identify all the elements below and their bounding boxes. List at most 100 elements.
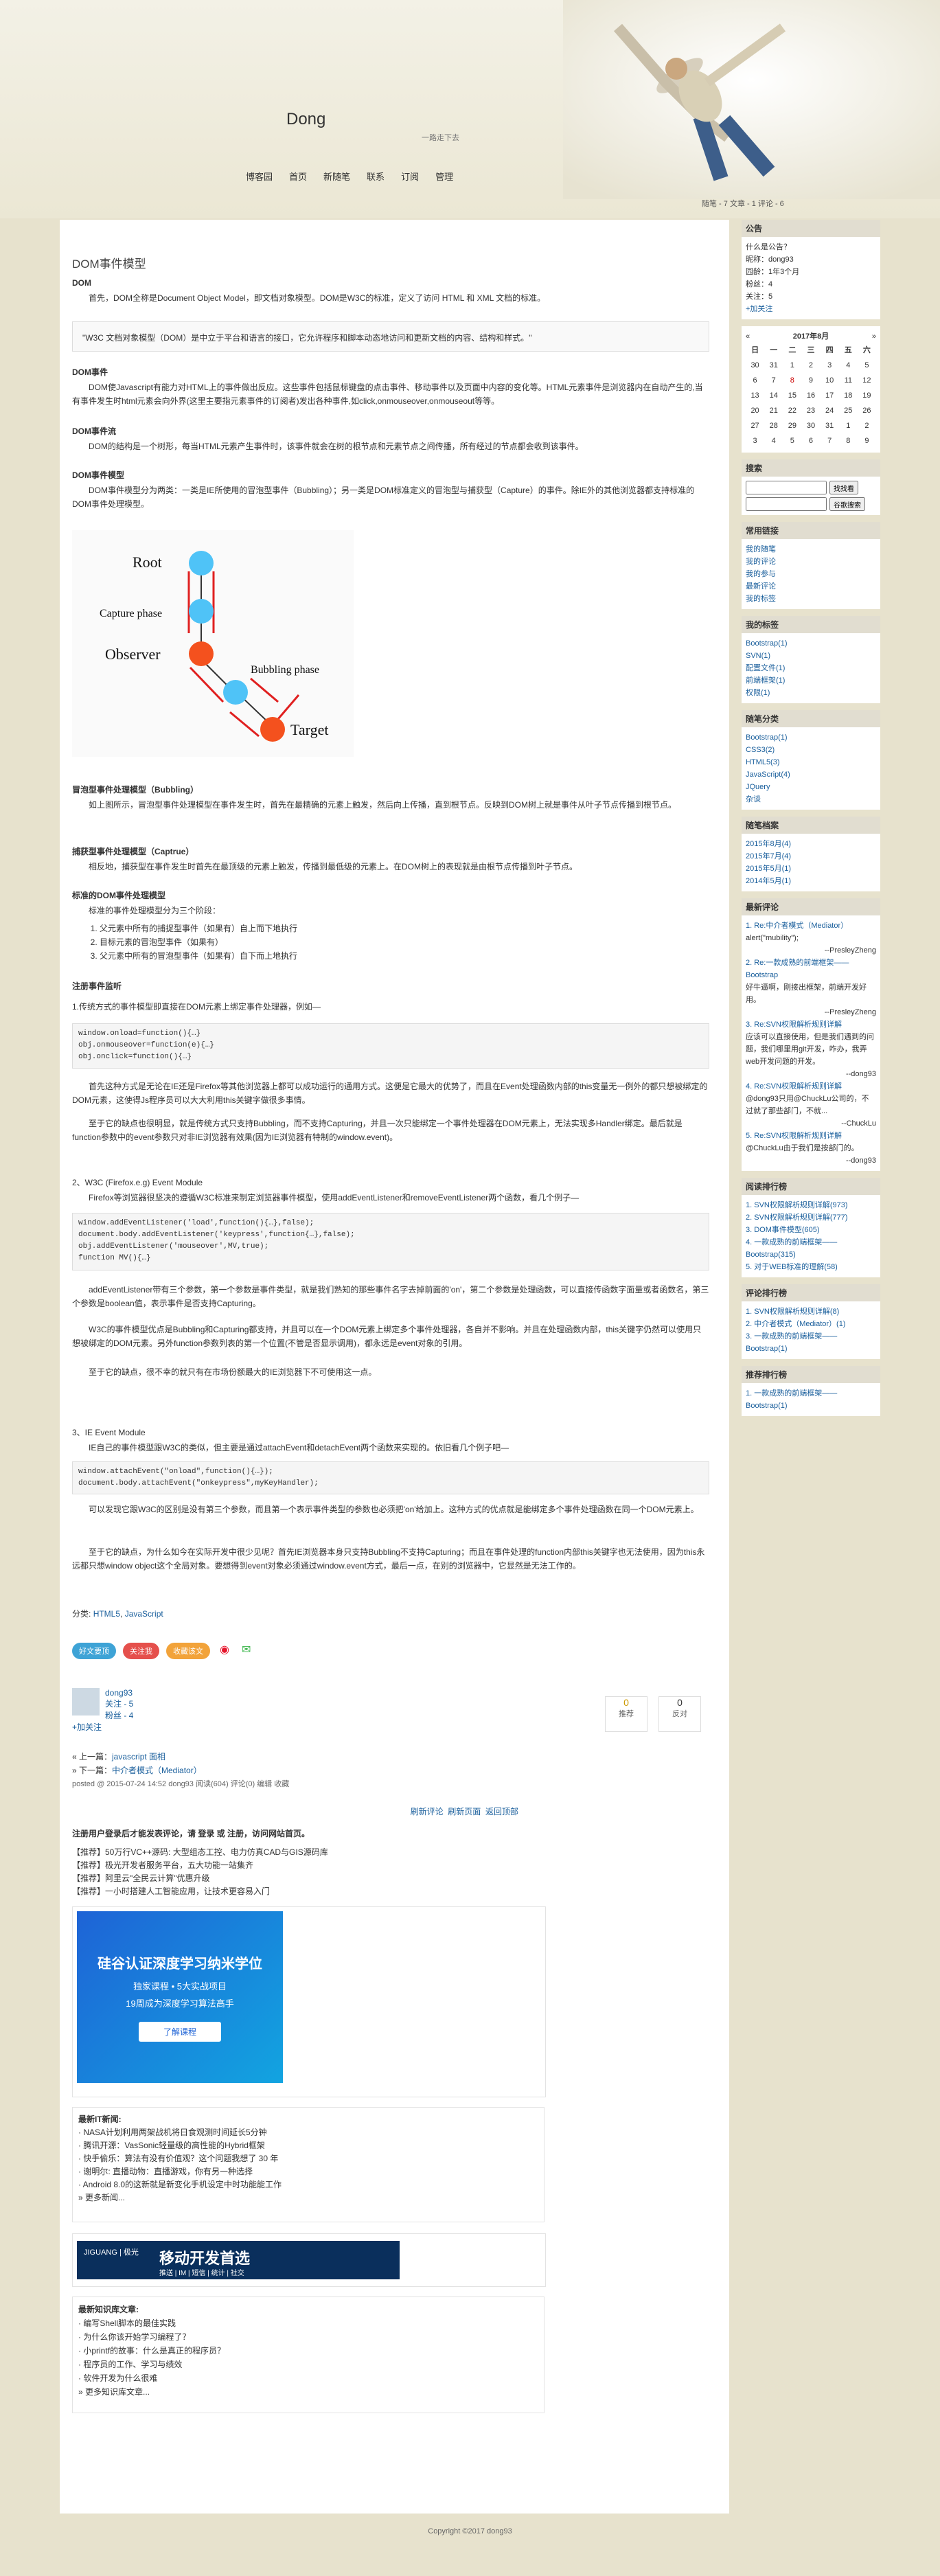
ad-course-button[interactable]: 了解课程 — [139, 2022, 221, 2042]
news-item[interactable]: · 谢明尔: 直播动物：直播游戏，你有另一种选择 — [78, 2165, 538, 2178]
more-kb-link[interactable]: » 更多知识库文章... — [78, 2385, 538, 2399]
read-rank-link[interactable]: 1. SVN权限解析规则详解(973) — [746, 1201, 848, 1209]
sidebar-link[interactable]: 我的参与 — [746, 570, 776, 578]
diagram-capture-label: Capture phase — [100, 608, 162, 619]
tag-link[interactable]: SVN(1) — [746, 652, 770, 660]
tag-link[interactable]: 权限(1) — [746, 689, 770, 697]
author-follow-count[interactable]: 关注 - 5 — [105, 1699, 133, 1709]
recommend-item[interactable]: 【推荐】一小时搭建人工智能应用，让技术更容易入门 — [72, 1885, 709, 1898]
archive-link[interactable]: 2015年8月(4) — [746, 840, 791, 848]
news-item[interactable]: · 腾讯开源：VasSonic轻量级的高性能的Hybrid框架 — [78, 2139, 538, 2152]
add-follow-link[interactable]: +加关注 — [72, 1722, 102, 1732]
recommend-item[interactable]: 【推荐】极光开发者服务平台，五大功能一站集齐 — [72, 1859, 709, 1872]
sidebar-link[interactable]: 我的评论 — [746, 558, 776, 566]
sidebar-link[interactable]: 我的随笔 — [746, 545, 776, 554]
recommend-item[interactable]: 【推荐】50万行VC++源码: 大型组态工控、电力仿真CAD与GIS源码库 — [72, 1846, 709, 1859]
top-rank-link[interactable]: 1. 一款成熟的前端框架——Bootstrap(1) — [746, 1389, 837, 1410]
archive-link[interactable]: 2015年7月(4) — [746, 852, 791, 860]
category-link[interactable]: 杂谈 — [746, 795, 761, 803]
category-link[interactable]: JQuery — [746, 783, 770, 791]
paragraph-w3c: Firefox等浏览器很坚决的遵循W3C标准来制定浏览器事件模型，使用addEv… — [89, 1193, 580, 1202]
avatar[interactable] — [72, 1688, 100, 1716]
nav-admin[interactable]: 管理 — [435, 170, 453, 183]
search-button[interactable]: 找找看 — [829, 481, 858, 494]
search-input[interactable] — [746, 481, 827, 494]
categories-title: 随笔分类 — [742, 710, 880, 727]
read-rank-link[interactable]: 2. SVN权限解析规则详解(777) — [746, 1213, 848, 1222]
wechat-icon[interactable]: ✉ — [238, 1643, 254, 1659]
kb-item[interactable]: · 为什么你该开始学习编程了？ — [78, 2330, 538, 2344]
tag-link[interactable]: 前端框架(1) — [746, 676, 785, 685]
calendar-day: 10 — [825, 376, 834, 385]
kb-title: 最新知识库文章: — [78, 2305, 139, 2314]
category-link[interactable]: JavaScript(4) — [746, 771, 790, 779]
comment-link[interactable]: 1. Re:中介者模式（Mediator） — [746, 922, 848, 930]
calendar-day: 9 — [864, 437, 869, 445]
udacity-ad-banner[interactable]: 硅谷认证深度学习纳米学位 独家课程 • 5大实战项目 19周成为深度学习算法高手… — [77, 1911, 283, 2083]
notice-line: 粉丝：4 — [746, 280, 773, 288]
comment-rank-link[interactable]: 3. 一款成熟的前端框架——Bootstrap(1) — [746, 1332, 837, 1353]
list-item: 目标元素的冒泡型事件（如果有） — [100, 935, 737, 949]
kb-item[interactable]: · 程序员的工作、学习与绩效 — [78, 2358, 538, 2371]
downvote-box[interactable]: 0 反对 — [658, 1696, 701, 1732]
category-link[interactable]: CSS3(2) — [746, 746, 775, 754]
category-javascript[interactable]: JavaScript — [125, 1609, 163, 1619]
prev-post-link[interactable]: javascript 面相 — [112, 1752, 165, 1762]
archive-link[interactable]: 2014年5月(1) — [746, 877, 791, 885]
code-line: obj.onmouseover=function(e){…} — [78, 1041, 215, 1049]
sidebar-link[interactable]: 我的标签 — [746, 595, 776, 603]
sidebar-follow-link[interactable]: +加关注 — [746, 305, 772, 313]
kb-item[interactable]: · 编写Shell脚本的最佳实践 — [78, 2316, 538, 2330]
standard-model-list: 父元素中所有的捕捉型事件（如果有）自上而下地执行 目标元素的冒泡型事件（如果有）… — [72, 922, 737, 963]
recommend-button[interactable]: 好文要顶 — [72, 1643, 116, 1659]
refresh-comments-link[interactable]: 刷新评论 — [411, 1807, 444, 1816]
news-item[interactable]: · 快手偷乐：算法有没有价值观？这个问题我想了 30 年 — [78, 2152, 538, 2165]
nav-cnblogs[interactable]: 博客园 — [246, 170, 273, 183]
next-post-link[interactable]: 中介者模式（Mediator） — [112, 1766, 202, 1775]
nav-subscribe[interactable]: 订阅 — [401, 170, 419, 183]
weibo-icon[interactable]: ◉ — [217, 1643, 232, 1659]
read-rank-link[interactable]: 4. 一款成熟的前端框架——Bootstrap(315) — [746, 1238, 837, 1259]
recommend-item[interactable]: 【推荐】阿里云"全民云计算"优惠升级 — [72, 1872, 709, 1885]
comment-link[interactable]: 2. Re:一款成熟的前端框架——Bootstrap — [746, 959, 849, 979]
sidebar-link[interactable]: 最新评论 — [746, 582, 776, 591]
archive-link[interactable]: 2015年5月(1) — [746, 865, 791, 873]
comment-rank-link[interactable]: 2. 中介者模式（Mediator）(1) — [746, 1320, 845, 1328]
google-search-input[interactable] — [746, 497, 827, 511]
kb-item[interactable]: · 软件开发为什么很难 — [78, 2371, 538, 2385]
author-fans-count[interactable]: 粉丝 - 4 — [105, 1711, 133, 1720]
read-rank-link[interactable]: 5. 对于WEB标准的理解(58) — [746, 1263, 838, 1271]
kb-item[interactable]: · 小printf的故事：什么是真正的程序员？ — [78, 2344, 538, 2358]
comment-link[interactable]: 4. Re:SVN权限解析规则详解 — [746, 1082, 842, 1091]
tag-link[interactable]: 配置文件(1) — [746, 664, 785, 672]
favorite-button[interactable]: 收藏该文 — [166, 1643, 210, 1659]
jiguang-ad-banner[interactable]: JIGUANG | 极光 移动开发首选 推送 | IM | 短信 | 统计 | … — [77, 2241, 400, 2279]
nav-contact[interactable]: 联系 — [367, 170, 385, 183]
more-news-link[interactable]: » 更多新闻... — [78, 2191, 538, 2204]
post-title[interactable]: DOM事件模型 — [72, 254, 146, 271]
category-link[interactable]: Bootstrap(1) — [746, 733, 788, 742]
blog-title[interactable]: Dong — [286, 110, 325, 129]
upvote-box[interactable]: 0 推荐 — [605, 1696, 647, 1732]
back-to-top-link[interactable]: 返回顶部 — [485, 1807, 518, 1816]
blog-header: Dong 一路走下去 博客园 首页 新随笔 联系 订阅 管理 随笔 - 7 文章… — [0, 0, 940, 218]
calendar-next-icon[interactable]: » — [872, 330, 876, 343]
calendar-prev-icon[interactable]: « — [746, 330, 750, 343]
read-rank-link[interactable]: 3. DOM事件模型(605) — [746, 1226, 820, 1234]
category-html5[interactable]: HTML5 — [93, 1609, 120, 1619]
nav-new-post[interactable]: 新随笔 — [323, 170, 350, 183]
news-item[interactable]: · NASA计划利用两架战机将日食观测时间延长5分钟 — [78, 2126, 538, 2139]
comment-rank-link[interactable]: 1. SVN权限解析规则详解(8) — [746, 1308, 839, 1316]
google-search-button[interactable]: 谷歌搜索 — [829, 497, 865, 511]
category-link[interactable]: HTML5(3) — [746, 758, 780, 766]
refresh-page-link[interactable]: 刷新页面 — [448, 1807, 481, 1816]
nav-home[interactable]: 首页 — [289, 170, 307, 183]
blog-subtitle: 一路走下去 — [422, 134, 459, 142]
comment-link[interactable]: 5. Re:SVN权限解析规则详解 — [746, 1132, 842, 1140]
calendar-day: 8 — [846, 437, 851, 445]
follow-button[interactable]: 关注我 — [123, 1643, 159, 1659]
author-name[interactable]: dong93 — [105, 1688, 133, 1698]
news-item[interactable]: · Android 8.0的这新就是新变化手机设定中时功能能工作 — [78, 2178, 538, 2191]
tag-link[interactable]: Bootstrap(1) — [746, 639, 788, 648]
comment-link[interactable]: 3. Re:SVN权限解析规则详解 — [746, 1021, 842, 1029]
